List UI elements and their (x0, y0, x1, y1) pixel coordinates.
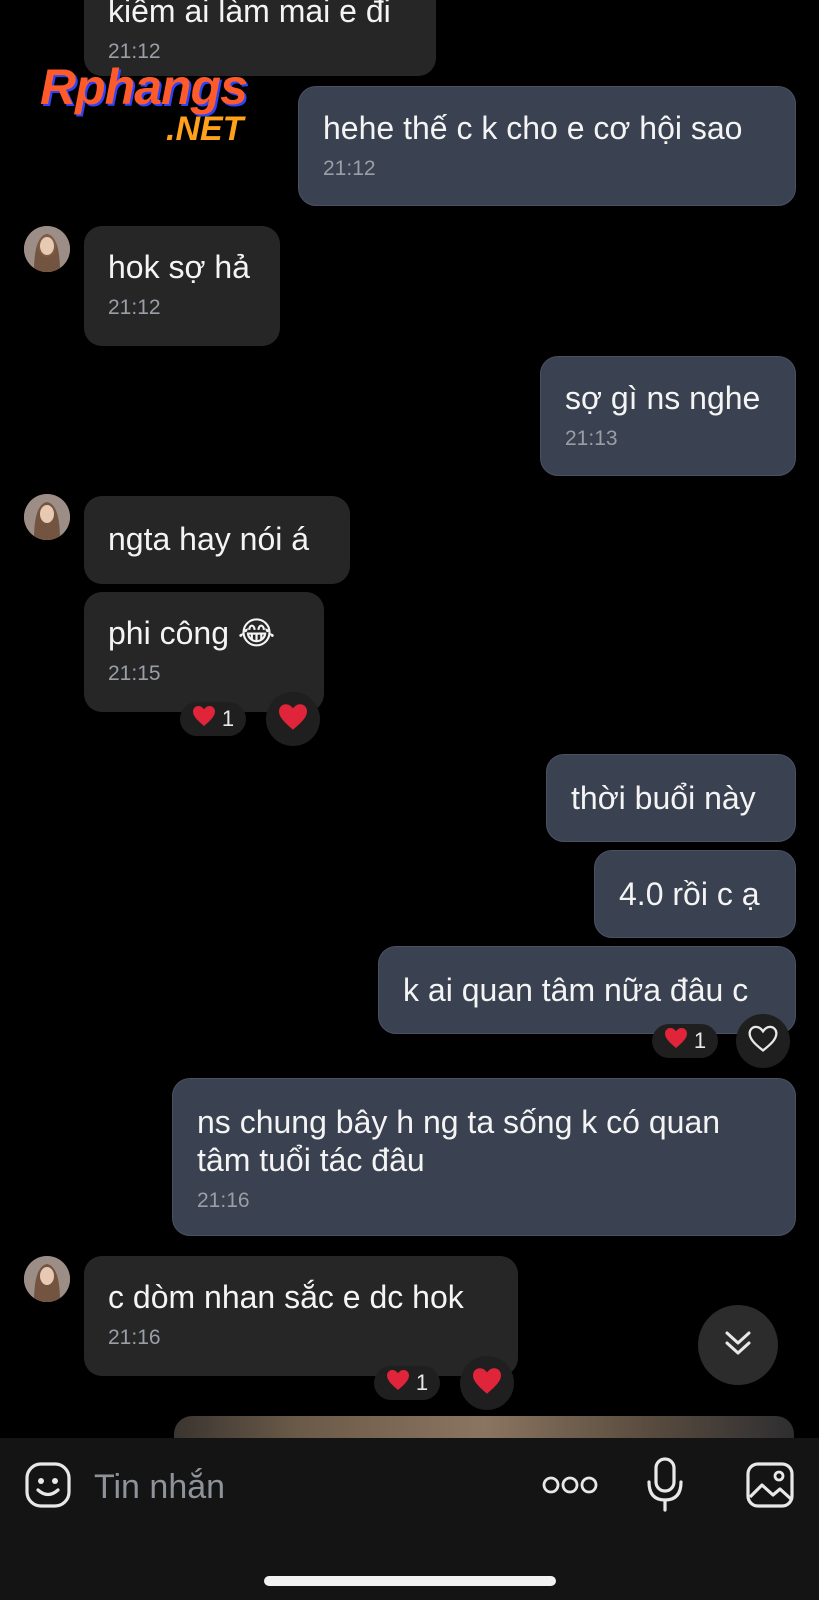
more-options-button[interactable] (540, 1464, 600, 1510)
heart-outline-icon (747, 1025, 779, 1058)
message-time: 21:16 (108, 1326, 161, 1349)
chevrons-down-icon (721, 1326, 755, 1365)
message-time: 21:15 (108, 662, 161, 685)
message-bubble-outgoing[interactable]: sợ gì ns nghe 21:13 (540, 356, 796, 476)
react-button[interactable] (736, 1014, 790, 1068)
reaction-count[interactable]: 1 (374, 1366, 440, 1400)
react-button[interactable] (266, 692, 320, 746)
message-time: 21:12 (108, 296, 161, 319)
contact-avatar[interactable] (24, 1256, 70, 1302)
heart-filled-icon (192, 705, 216, 733)
message-bubble-incoming[interactable]: c dòm nhan sắc e dc hok 21:16 (84, 1256, 518, 1376)
more-dots-icon (542, 1475, 598, 1500)
gallery-image-icon (745, 1461, 795, 1514)
message-text: phi công 😂 (108, 615, 276, 651)
gallery-button[interactable] (744, 1458, 796, 1516)
heart-filled-icon (277, 703, 309, 736)
message-text: k ai quan tâm nữa đâu c (403, 972, 749, 1008)
watermark-tld: .NET (166, 110, 244, 148)
message-time: 21:16 (197, 1189, 250, 1212)
message-text: hok sợ hả (108, 249, 250, 285)
message-bubble-outgoing[interactable]: ns chung bây h ng ta sống k có quan tâm … (172, 1078, 796, 1236)
voice-message-button[interactable] (640, 1454, 690, 1520)
message-bubble-incoming[interactable]: hok sợ hả 21:12 (84, 226, 280, 346)
reaction-count-label: 1 (221, 706, 235, 731)
message-text: kiếm ai làm mai e đi (108, 0, 391, 29)
contact-avatar[interactable] (24, 494, 70, 540)
scroll-to-bottom-button[interactable] (698, 1305, 778, 1385)
heart-filled-icon (471, 1367, 503, 1400)
message-time: 21:13 (565, 427, 618, 450)
message-bubble-outgoing[interactable]: thời buổi này (546, 754, 796, 842)
image-message-preview[interactable] (174, 1416, 794, 1438)
message-bubble-outgoing[interactable]: k ai quan tâm nữa đâu c (378, 946, 796, 1034)
contact-avatar[interactable] (24, 226, 70, 272)
message-time: 21:12 (323, 157, 376, 180)
reaction-count-label: 1 (693, 1028, 707, 1053)
message-composer (0, 1438, 819, 1600)
message-input[interactable] (94, 1462, 514, 1512)
heart-filled-icon (386, 1369, 410, 1397)
message-text: hehe thế c k cho e cơ hội sao (323, 110, 743, 146)
microphone-icon (645, 1456, 685, 1519)
message-text: ngta hay nói á (108, 521, 310, 557)
message-text: sợ gì ns nghe (565, 380, 761, 416)
message-text: thời buổi này (571, 780, 756, 816)
reaction-count[interactable]: 1 (180, 702, 246, 736)
reaction-count-label: 1 (415, 1370, 429, 1395)
home-indicator[interactable] (264, 1576, 556, 1586)
heart-filled-icon (664, 1027, 688, 1055)
message-text: 4.0 rồi c ạ (619, 876, 760, 912)
message-text: ns chung bây h ng ta sống k có quan tâm … (197, 1104, 721, 1178)
watermark-logo: Rphangs .NET (40, 58, 290, 148)
message-bubble-outgoing[interactable]: 4.0 rồi c ạ (594, 850, 796, 938)
chat-thread[interactable]: kiếm ai làm mai e đi 21:12 Rphangs .NET … (0, 0, 819, 1438)
smiley-sticker-icon (24, 1461, 72, 1514)
sticker-button[interactable] (22, 1458, 74, 1516)
message-text: c dòm nhan sắc e dc hok (108, 1279, 464, 1315)
message-bubble-incoming[interactable]: ngta hay nói á (84, 496, 350, 584)
react-button[interactable] (460, 1356, 514, 1410)
message-bubble-outgoing[interactable]: hehe thế c k cho e cơ hội sao 21:12 (298, 86, 796, 206)
watermark-brand: Rphangs (40, 59, 248, 115)
reaction-count[interactable]: 1 (652, 1024, 718, 1058)
